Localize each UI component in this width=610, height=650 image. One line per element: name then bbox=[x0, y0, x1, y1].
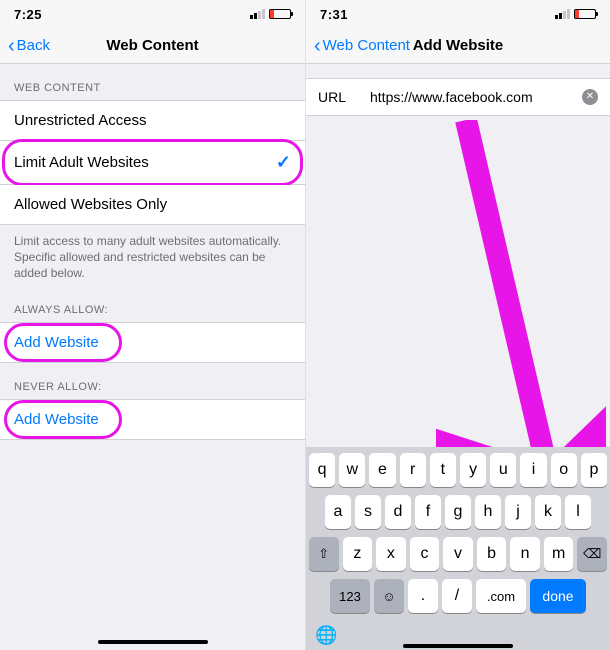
key-dotcom[interactable]: .com bbox=[476, 579, 526, 613]
keyboard-bottom: 🌐 bbox=[309, 621, 607, 646]
signal-icon bbox=[250, 9, 265, 19]
key-r[interactable]: r bbox=[400, 453, 426, 487]
option-unrestricted-label: Unrestricted Access bbox=[14, 112, 147, 129]
key-b[interactable]: b bbox=[477, 537, 507, 571]
key-backspace[interactable]: ⌫ bbox=[577, 537, 607, 571]
key-a[interactable]: a bbox=[325, 495, 351, 529]
back-button[interactable]: ‹ Back bbox=[8, 36, 50, 56]
key-c[interactable]: c bbox=[410, 537, 440, 571]
section-header-always-allow: ALWAYS ALLOW: bbox=[0, 286, 305, 322]
back-button[interactable]: ‹ Web Content bbox=[314, 36, 410, 56]
section-footer: Limit access to many adult websites auto… bbox=[0, 225, 305, 286]
key-x[interactable]: x bbox=[376, 537, 406, 571]
option-allowed-only[interactable]: Allowed Websites Only bbox=[0, 185, 305, 225]
key-s[interactable]: s bbox=[355, 495, 381, 529]
url-row[interactable]: URL https://www.facebook.com ✕ bbox=[306, 78, 610, 116]
battery-icon bbox=[574, 9, 596, 19]
option-allowed-label: Allowed Websites Only bbox=[14, 196, 167, 213]
add-website-label: Add Website bbox=[14, 334, 99, 351]
keyboard-row-4: 123 ☺ . / .com done bbox=[309, 579, 607, 613]
key-done[interactable]: done bbox=[530, 579, 586, 613]
chevron-left-icon: ‹ bbox=[314, 36, 321, 56]
key-g[interactable]: g bbox=[445, 495, 471, 529]
status-icons bbox=[555, 9, 596, 19]
key-v[interactable]: v bbox=[443, 537, 473, 571]
key-o[interactable]: o bbox=[551, 453, 577, 487]
key-e[interactable]: e bbox=[369, 453, 395, 487]
section-header-never-allow: NEVER ALLOW: bbox=[0, 363, 305, 399]
back-label: Web Content bbox=[323, 37, 410, 54]
key-d[interactable]: d bbox=[385, 495, 411, 529]
globe-icon[interactable]: 🌐 bbox=[315, 625, 337, 646]
key-shift[interactable]: ⇧ bbox=[309, 537, 339, 571]
key-123[interactable]: 123 bbox=[330, 579, 370, 613]
key-u[interactable]: u bbox=[490, 453, 516, 487]
status-bar: 7:31 bbox=[306, 0, 610, 28]
home-indicator bbox=[403, 644, 513, 648]
key-n[interactable]: n bbox=[510, 537, 540, 571]
url-label: URL bbox=[318, 89, 358, 105]
key-dot[interactable]: . bbox=[408, 579, 438, 613]
status-bar: 7:25 bbox=[0, 0, 305, 28]
section-header-web-content: WEB CONTENT bbox=[0, 64, 305, 100]
home-indicator bbox=[98, 640, 208, 644]
option-limit-label: Limit Adult Websites bbox=[14, 154, 149, 171]
key-t[interactable]: t bbox=[430, 453, 456, 487]
key-m[interactable]: m bbox=[544, 537, 574, 571]
key-z[interactable]: z bbox=[343, 537, 373, 571]
signal-icon bbox=[555, 9, 570, 19]
key-emoji[interactable]: ☺ bbox=[374, 579, 404, 613]
status-time: 7:31 bbox=[320, 7, 348, 22]
key-l[interactable]: l bbox=[565, 495, 591, 529]
key-i[interactable]: i bbox=[520, 453, 546, 487]
key-y[interactable]: y bbox=[460, 453, 486, 487]
add-website-never[interactable]: Add Website bbox=[0, 399, 305, 440]
keyboard-row-2: a s d f g h j k l bbox=[309, 495, 607, 529]
add-website-always[interactable]: Add Website bbox=[0, 322, 305, 363]
battery-icon bbox=[269, 9, 291, 19]
back-label: Back bbox=[17, 37, 50, 54]
nav-bar: ‹ Web Content Add Website bbox=[306, 28, 610, 64]
chevron-left-icon: ‹ bbox=[8, 36, 15, 56]
status-icons bbox=[250, 9, 291, 19]
keyboard-row-1: q w e r t y u i o p bbox=[309, 453, 607, 487]
key-f[interactable]: f bbox=[415, 495, 441, 529]
keyboard-row-3: ⇧ z x c v b n m ⌫ bbox=[309, 537, 607, 571]
nav-bar: ‹ Back Web Content bbox=[0, 28, 305, 64]
key-p[interactable]: p bbox=[581, 453, 607, 487]
option-limit-adult[interactable]: Limit Adult Websites ✓ bbox=[0, 141, 305, 185]
clear-icon[interactable]: ✕ bbox=[582, 89, 598, 105]
key-k[interactable]: k bbox=[535, 495, 561, 529]
url-input[interactable]: https://www.facebook.com bbox=[370, 89, 570, 105]
key-q[interactable]: q bbox=[309, 453, 335, 487]
status-time: 7:25 bbox=[14, 7, 42, 22]
option-unrestricted[interactable]: Unrestricted Access bbox=[0, 100, 305, 141]
key-slash[interactable]: / bbox=[442, 579, 472, 613]
keyboard: q w e r t y u i o p a s d f g h j k l bbox=[306, 447, 610, 650]
add-website-label: Add Website bbox=[14, 411, 99, 428]
checkmark-icon: ✓ bbox=[276, 152, 291, 173]
key-w[interactable]: w bbox=[339, 453, 365, 487]
key-j[interactable]: j bbox=[505, 495, 531, 529]
key-h[interactable]: h bbox=[475, 495, 501, 529]
